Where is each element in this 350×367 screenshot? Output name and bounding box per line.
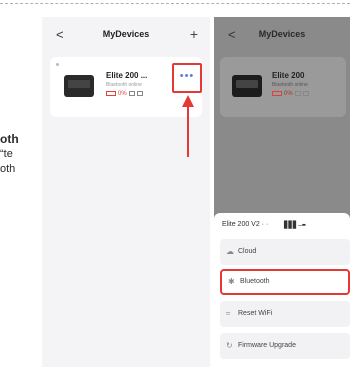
upgrade-icon: ↻ xyxy=(226,341,233,350)
app-header: < MyDevices + xyxy=(42,17,210,53)
device-name: Elite 200 ... xyxy=(106,71,148,80)
instruction-text: oth te“ oth xyxy=(0,132,34,177)
sheet-device-title: Elite 200 V2 · · xyxy=(222,221,269,228)
phone-screen-devices: < MyDevices + Elite 200 ... Bluetooth on… xyxy=(42,17,210,367)
option-label: Cloud xyxy=(238,248,257,255)
battery-icon xyxy=(272,91,282,96)
device-name: Elite 200 xyxy=(272,71,305,80)
phone-screen-options: < MyDevices Elite 200 Bluetooth online 0… xyxy=(214,17,350,367)
option-firmware-upgrade[interactable]: ↻ Firmware Upgrade xyxy=(220,333,350,359)
app-header-dimmed: < MyDevices xyxy=(214,17,350,53)
battery-status: 0% xyxy=(272,91,309,97)
status-dot xyxy=(56,63,59,66)
option-bluetooth[interactable]: ✱ Bluetooth xyxy=(220,269,350,295)
battery-percent: 0% xyxy=(284,91,293,98)
ac-icon xyxy=(294,91,301,96)
instruction-line-3: oth xyxy=(0,163,16,175)
dc-icon xyxy=(136,91,143,96)
sheet-signal-icon: ▋▋▋ – ▪▪ xyxy=(284,222,306,229)
bluetooth-icon: ✱ xyxy=(228,277,235,286)
device-card-dimmed: Elite 200 Bluetooth online 0% xyxy=(220,57,346,117)
page-title: MyDevices xyxy=(102,29,150,39)
options-sheet: Elite 200 V2 · · ▋▋▋ – ▪▪ ☁ Cloud ✱ Blue… xyxy=(214,213,350,367)
top-divider xyxy=(0,3,350,4)
page-title: MyDevices xyxy=(258,29,306,39)
battery-percent: 0% xyxy=(118,91,127,98)
instruction-line-1: oth xyxy=(0,132,19,146)
tutorial-page: oth te“ oth < MyDevices + Elite 200 ... … xyxy=(0,0,350,367)
device-subtitle: Bluetooth online xyxy=(106,82,142,88)
instruction-line-2: te“ xyxy=(0,148,13,160)
add-device-button[interactable]: + xyxy=(190,26,198,42)
option-cloud[interactable]: ☁ Cloud xyxy=(220,239,350,265)
power-station-image xyxy=(64,75,94,97)
battery-icon xyxy=(106,91,116,96)
battery-status: 0% xyxy=(106,91,143,97)
wifi-icon: ≈ xyxy=(226,309,231,318)
pointer-arrow-shaft xyxy=(187,105,189,157)
ac-icon xyxy=(128,91,135,96)
device-subtitle: Bluetooth online xyxy=(272,82,308,88)
power-station-image xyxy=(232,75,262,97)
option-reset-wifi[interactable]: ≈ Reset WiFi xyxy=(220,301,350,327)
option-label: Firmware Upgrade xyxy=(238,342,296,349)
option-label: Reset WiFi xyxy=(238,310,273,317)
dc-icon xyxy=(302,91,309,96)
cloud-icon: ☁ xyxy=(226,247,234,256)
option-label: Bluetooth xyxy=(240,278,270,285)
more-options-button[interactable]: ••• xyxy=(172,63,202,93)
